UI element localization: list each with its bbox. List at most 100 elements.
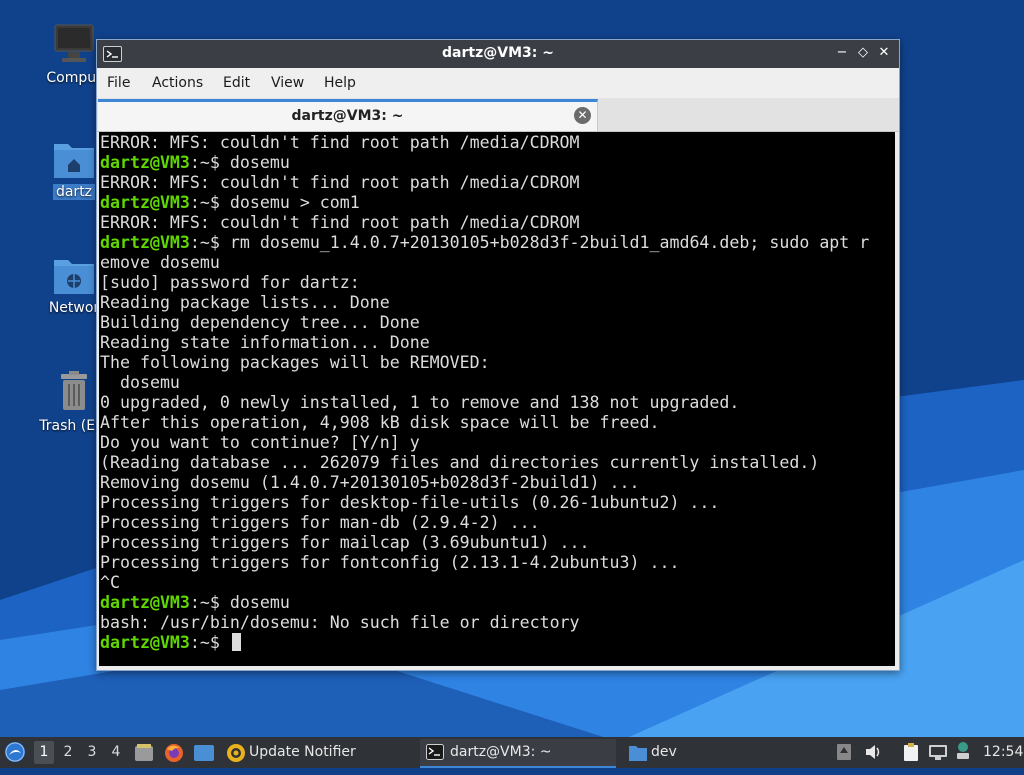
show-desktop-icon[interactable] (193, 744, 215, 762)
terminal-prompt-line: dartz@VM3:~$ (100, 633, 869, 653)
terminal-prompt-line: dartz@VM3:~$ dosemu (100, 593, 869, 613)
terminal-output-line: (Reading database ... 262079 files and d… (100, 453, 869, 473)
line-text: Processing triggers for man-db (2.9.4-2)… (100, 513, 540, 532)
line-text: bash: /usr/bin/dosemu: No such file or d… (100, 613, 580, 632)
trash-icon (61, 371, 87, 410)
line-text: Processing triggers for desktop-file-uti… (100, 493, 720, 512)
task-update-notifier[interactable]: Update Notifier (222, 739, 412, 766)
network-folder-icon (54, 260, 94, 294)
prompt-user: dartz@VM3 (100, 193, 190, 212)
line-text: Do you want to continue? [Y/n] y (100, 433, 420, 452)
workspace-2[interactable]: 2 (58, 741, 78, 764)
network-icon[interactable] (928, 743, 948, 761)
desktop-icon-label: Comput (46, 70, 102, 86)
firefox-icon[interactable] (164, 743, 184, 763)
terminal-output-line: 0 upgraded, 0 newly installed, 1 to remo… (100, 393, 869, 413)
task-label: dev (651, 744, 677, 760)
prompt-user: dartz@VM3 (100, 633, 190, 652)
clock[interactable]: 12:54 (983, 737, 1023, 768)
taskbar: 1 2 3 4 Update Notifier dartz@VM3: ~ dev… (0, 737, 1024, 768)
terminal-output-line: The following packages will be REMOVED: (100, 353, 869, 373)
terminal-icon (426, 744, 444, 760)
workspace-3[interactable]: 3 (82, 741, 102, 764)
prompt-suffix: :~$ (189, 593, 230, 612)
line-text: (Reading database ... 262079 files and d… (100, 453, 820, 472)
app-menu-button[interactable] (4, 737, 28, 768)
terminal-output-line: bash: /usr/bin/dosemu: No such file or d… (100, 613, 869, 633)
maximize-button[interactable]: ◇ (854, 44, 872, 62)
line-text: dosemu (229, 593, 290, 612)
terminal-prompt-line: dartz@VM3:~$ dosemu > com1 (100, 193, 869, 213)
line-text: dosemu > com1 (229, 193, 360, 212)
prompt-user: dartz@VM3 (100, 593, 190, 612)
prompt-suffix: :~$ (189, 193, 230, 212)
terminal-prompt-line: dartz@VM3:~$ rm dosemu_1.4.0.7+20130105+… (100, 233, 869, 253)
terminal-output-line: Building dependency tree... Done (100, 313, 869, 333)
task-dev-folder[interactable]: dev (624, 739, 814, 766)
line-text: After this operation, 4,908 kB disk spac… (100, 413, 660, 432)
line-text: rm dosemu_1.4.0.7+20130105+b028d3f-2buil… (229, 233, 870, 252)
terminal-window: dartz@VM3: ~ − ◇ ✕ File Actions Edit Vie… (96, 39, 900, 671)
terminal-output-line: [sudo] password for dartz: (100, 273, 869, 293)
terminal-output-line: After this operation, 4,908 kB disk spac… (100, 413, 869, 433)
menu-actions[interactable]: Actions (152, 75, 203, 91)
line-text: Reading state information... Done (100, 333, 430, 352)
task-label: Update Notifier (249, 744, 356, 760)
tab-label: dartz@VM3: ~ (291, 108, 404, 124)
window-title: dartz@VM3: ~ (442, 45, 554, 61)
line-text: Removing dosemu (1.4.0.7+20130105+b028d3… (100, 473, 640, 492)
task-label: dartz@VM3: ~ (450, 744, 552, 760)
tab-bar: dartz@VM3: ~ ✕ (97, 98, 899, 132)
terminal-output-line: ERROR: MFS: couldn't find root path /med… (100, 133, 869, 153)
home-folder-icon (54, 144, 94, 178)
prompt-suffix: :~$ (189, 153, 230, 172)
computer-icon (54, 24, 94, 62)
desktop-icon-label: Networ (48, 300, 100, 316)
terminal-output-line: ^C (100, 573, 869, 593)
terminal-output-line: ERROR: MFS: couldn't find root path /med… (100, 173, 869, 193)
close-button[interactable]: ✕ (875, 44, 893, 62)
task-terminal[interactable]: dartz@VM3: ~ (420, 739, 616, 768)
terminal-output-line: Processing triggers for desktop-file-uti… (100, 493, 869, 513)
terminal-prompt-line: dartz@VM3:~$ dosemu (100, 153, 869, 173)
file-manager-launcher-icon[interactable] (134, 743, 154, 763)
terminal-output[interactable]: ERROR: MFS: couldn't find root path /med… (99, 132, 895, 666)
menu-edit[interactable]: Edit (223, 75, 250, 91)
clipboard-icon[interactable] (902, 742, 920, 762)
terminal-output-line: ERROR: MFS: couldn't find root path /med… (100, 213, 869, 233)
line-text: ERROR: MFS: couldn't find root path /med… (100, 213, 580, 232)
tab-close-icon[interactable]: ✕ (574, 107, 591, 124)
line-text: ^C (100, 573, 120, 592)
menu-help[interactable]: Help (324, 75, 356, 91)
volume-icon[interactable] (864, 743, 882, 761)
prompt-suffix: :~$ (189, 233, 230, 252)
prompt-suffix: :~$ (189, 633, 230, 652)
folder-icon (629, 746, 647, 761)
menu-file[interactable]: File (107, 75, 130, 91)
notifications-icon[interactable] (836, 743, 852, 761)
line-text: dosemu (229, 153, 290, 172)
line-text: Reading package lists... Done (100, 293, 390, 312)
line-text: [sudo] password for dartz: (100, 273, 360, 292)
line-text: Processing triggers for mailcap (3.69ubu… (100, 533, 590, 552)
prompt-user: dartz@VM3 (100, 233, 190, 252)
tab-terminal[interactable]: dartz@VM3: ~ ✕ (98, 99, 598, 131)
menu-bar: File Actions Edit View Help (97, 68, 899, 98)
terminal-output-line: Reading package lists... Done (100, 293, 869, 313)
terminal-output-line: Do you want to continue? [Y/n] y (100, 433, 869, 453)
lubuntu-logo-icon (5, 742, 25, 762)
desktop-icon-label: dartz (52, 184, 96, 200)
update-notifier-icon (227, 744, 245, 762)
line-text: 0 upgraded, 0 newly installed, 1 to remo… (100, 393, 740, 412)
terminal-output-line: Processing triggers for mailcap (3.69ubu… (100, 533, 869, 553)
workspace-4[interactable]: 4 (106, 741, 126, 764)
workspace-1[interactable]: 1 (34, 741, 54, 764)
minimize-button[interactable]: − (833, 44, 851, 62)
terminal-output-line: Processing triggers for man-db (2.9.4-2)… (100, 513, 869, 533)
line-text: ERROR: MFS: couldn't find root path /med… (100, 173, 580, 192)
update-available-icon[interactable] (955, 741, 971, 761)
window-titlebar[interactable]: dartz@VM3: ~ − ◇ ✕ (97, 40, 899, 68)
line-text: ERROR: MFS: couldn't find root path /med… (100, 133, 580, 152)
line-text: Building dependency tree... Done (100, 313, 420, 332)
menu-view[interactable]: View (271, 75, 304, 91)
